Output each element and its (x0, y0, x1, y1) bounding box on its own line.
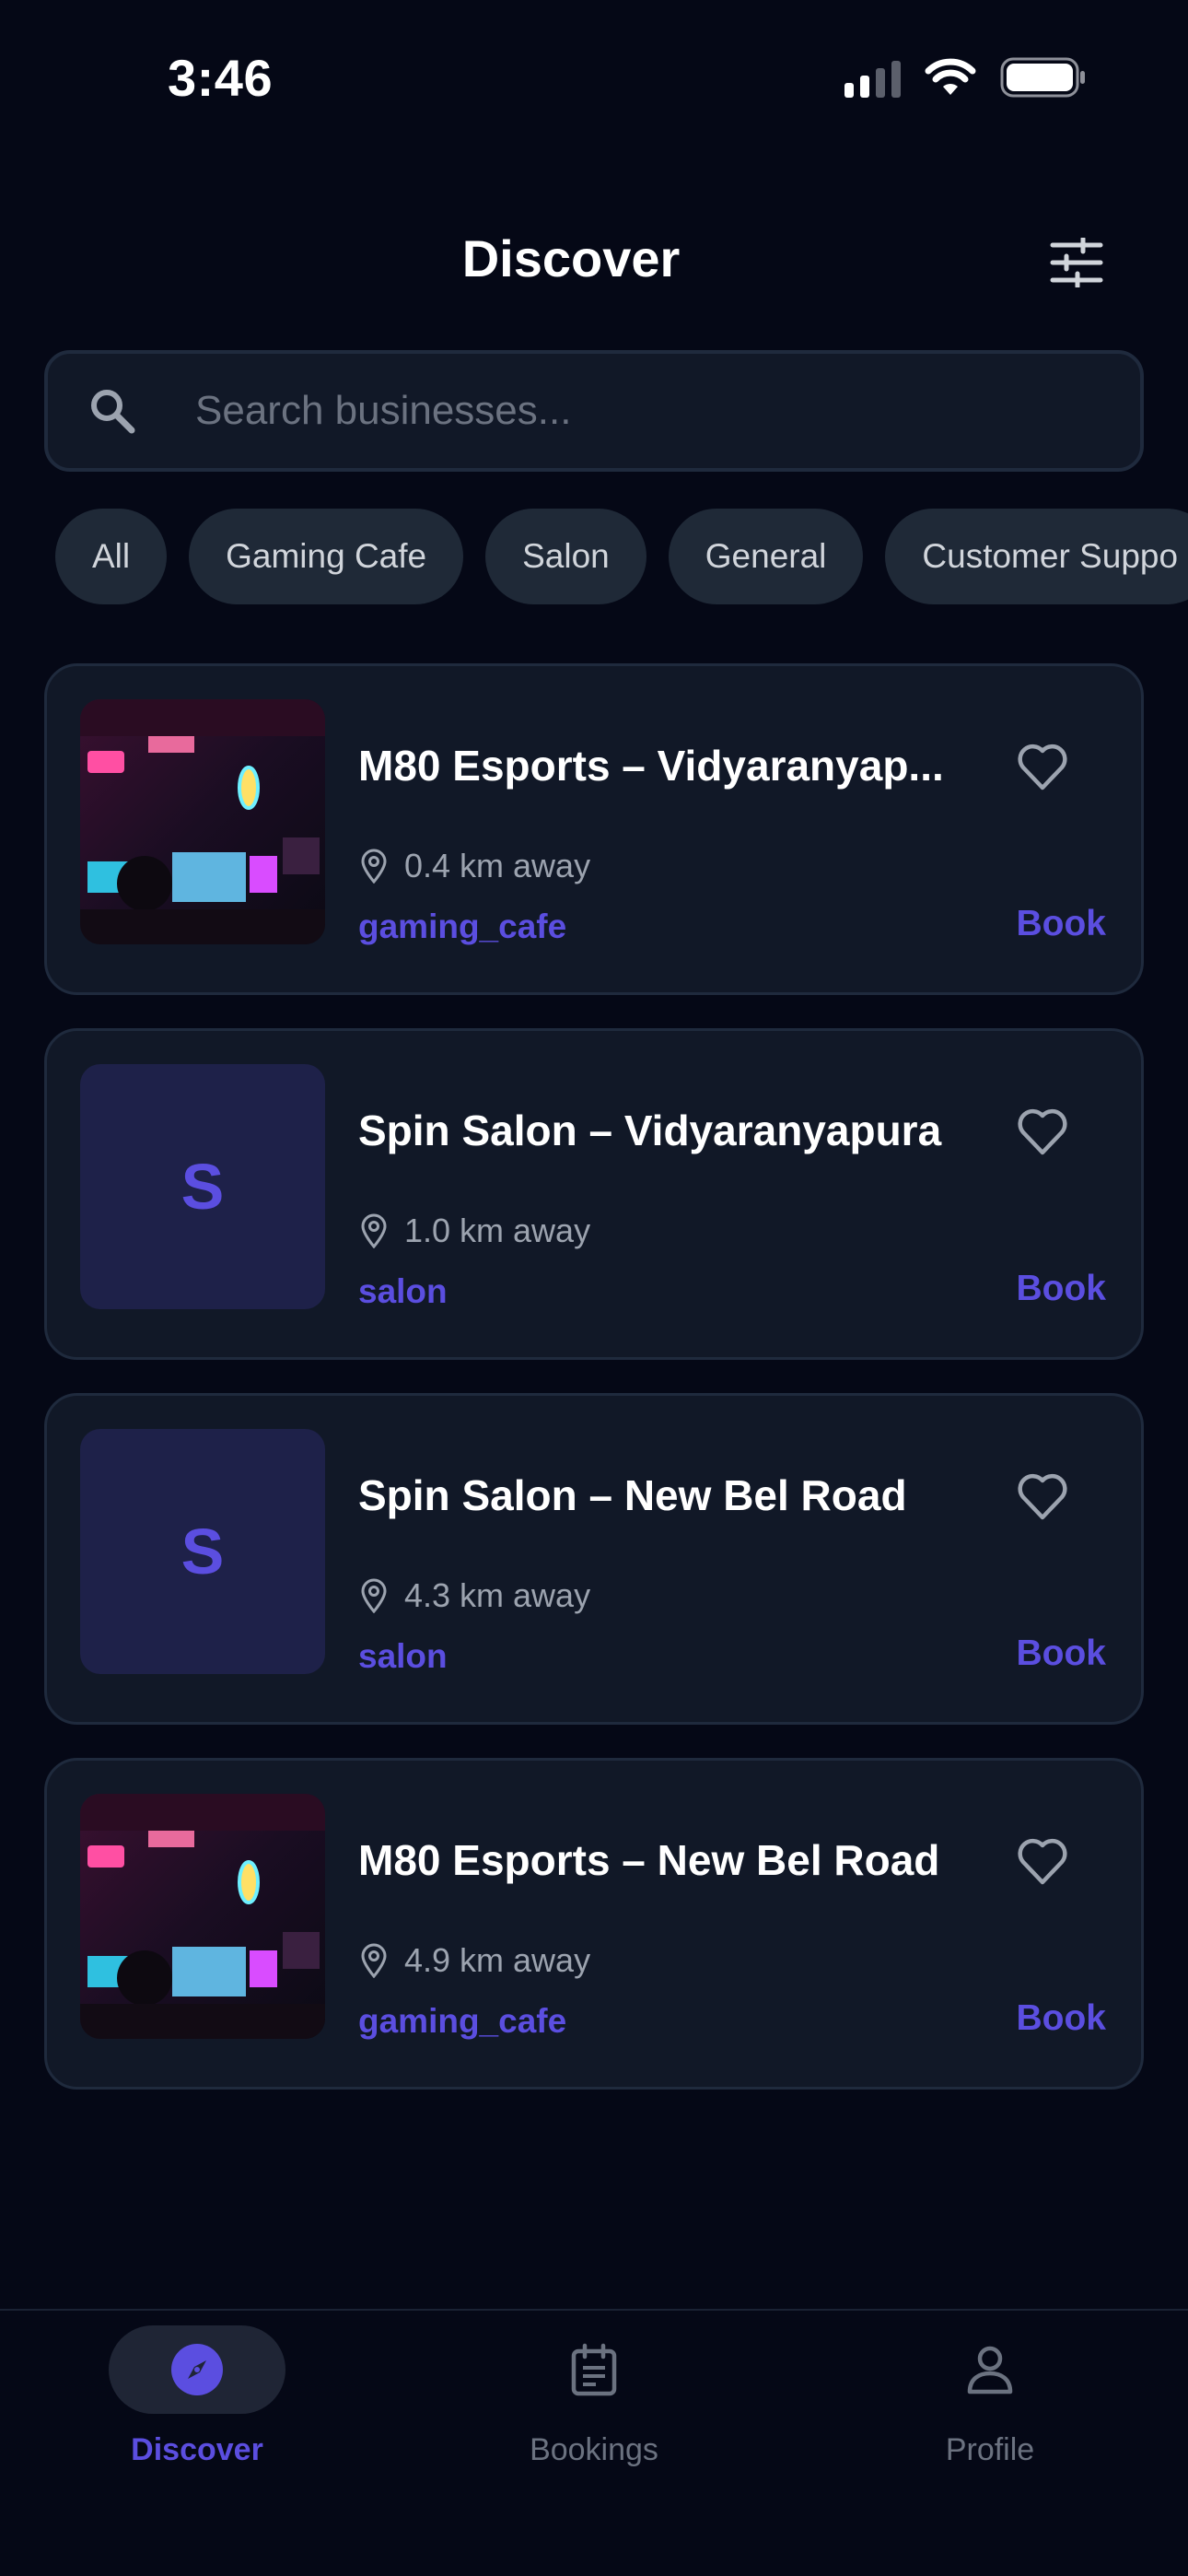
location-pin-icon (361, 1578, 387, 1613)
business-name: Spin Salon – Vidyaranyapura (358, 1107, 942, 1154)
nav-label: Bookings (530, 2432, 658, 2467)
business-name: M80 Esports – New Bel Road (358, 1836, 940, 1884)
chip-customer-support[interactable]: Customer Suppo (885, 509, 1188, 604)
business-thumbnail-letter: S (80, 1429, 325, 1674)
search-box[interactable] (44, 350, 1144, 472)
nav-profile[interactable]: Profile (870, 2311, 1110, 2495)
distance-row: 4.9 km away (360, 1941, 590, 1980)
favorite-heart-icon[interactable] (1016, 1107, 1069, 1156)
business-category: salon (358, 1637, 448, 1675)
sliders-icon (1050, 238, 1103, 287)
distance-text: 4.9 km away (404, 1941, 591, 1979)
distance-text: 1.0 km away (404, 1212, 591, 1249)
status-time: 3:46 (168, 49, 274, 107)
favorite-heart-icon[interactable] (1016, 1471, 1069, 1521)
nav-bookings[interactable]: Bookings (474, 2311, 714, 2495)
business-card[interactable]: M80 Esports – New Bel Road 4.9 km away g… (44, 1758, 1144, 2090)
business-name: Spin Salon – New Bel Road (358, 1471, 907, 1519)
chip-salon[interactable]: Salon (485, 509, 646, 604)
distance-row: 4.3 km away (360, 1576, 590, 1615)
book-button[interactable]: Book (1017, 1269, 1107, 1309)
category-filter-chips: All Gaming Cafe Salon General Customer S… (55, 509, 1188, 604)
battery-icon (1000, 57, 1085, 98)
location-pin-icon (361, 1213, 387, 1248)
business-card[interactable]: S Spin Salon – New Bel Road 4.3 km away … (44, 1393, 1144, 1725)
favorite-heart-icon[interactable] (1016, 1836, 1069, 1886)
book-button[interactable]: Book (1017, 1633, 1107, 1674)
business-thumbnail (80, 699, 325, 944)
status-bar: 3:46 (0, 0, 1188, 157)
compass-icon (171, 2344, 223, 2395)
chip-all[interactable]: All (55, 509, 168, 604)
nav-label: Discover (131, 2432, 263, 2467)
page-title: Discover (461, 229, 681, 287)
business-name: M80 Esports – Vidyaranyap... (358, 742, 944, 790)
business-card[interactable]: M80 Esports – Vidyaranyap... 0.4 km away… (44, 663, 1144, 995)
nav-label: Profile (945, 2432, 1035, 2467)
search-input[interactable] (195, 354, 1098, 468)
business-category: salon (358, 1272, 448, 1310)
business-category: gaming_cafe (358, 907, 567, 945)
favorite-heart-icon[interactable] (1016, 742, 1069, 791)
book-button[interactable]: Book (1017, 904, 1107, 944)
distance-text: 0.4 km away (404, 847, 591, 884)
filter-button[interactable] (1046, 234, 1107, 291)
book-button[interactable]: Book (1017, 1998, 1107, 2039)
wifi-icon (925, 58, 976, 95)
search-icon (91, 390, 135, 434)
distance-row: 1.0 km away (360, 1212, 590, 1250)
cellular-signal-icon (844, 57, 901, 98)
bottom-navigation: Discover Bookings Profile (0, 2309, 1188, 2576)
user-icon (967, 2346, 1013, 2395)
business-card[interactable]: S Spin Salon – Vidyaranyapura 1.0 km awa… (44, 1028, 1144, 1360)
distance-text: 4.3 km away (404, 1576, 591, 1614)
location-pin-icon (361, 1943, 387, 1978)
business-thumbnail (80, 1794, 325, 2039)
chip-general[interactable]: General (668, 509, 864, 604)
chip-gaming-cafe[interactable]: Gaming Cafe (189, 509, 464, 604)
discover-screen: 3:46 Discover Search businesses... All G… (0, 0, 1188, 2576)
status-icons (844, 57, 1087, 98)
calendar-icon (571, 2343, 617, 2396)
distance-row: 0.4 km away (360, 847, 590, 885)
business-category: gaming_cafe (358, 2002, 567, 2040)
business-thumbnail-letter: S (80, 1064, 325, 1309)
location-pin-icon (361, 849, 387, 884)
nav-discover[interactable]: Discover (77, 2311, 317, 2495)
